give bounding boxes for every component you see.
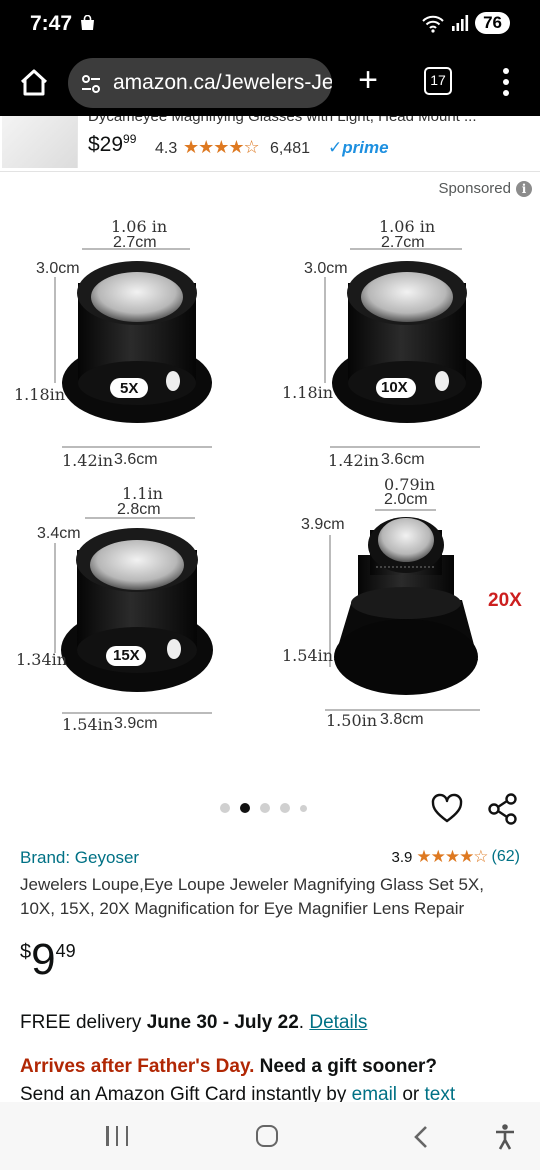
loupe-10x (324, 248, 482, 448)
dimension-label: 2.7cm (381, 234, 425, 251)
loupe-5x (54, 248, 212, 448)
dimension-label: 3.6cm (381, 451, 425, 468)
recent-apps-icon[interactable] (106, 1126, 128, 1146)
dimension-label: 1.34in (16, 650, 68, 669)
price-fraction: 49 (55, 941, 76, 961)
product-image[interactable]: 1.06 in 2.7cm 3.0cm 1.18in 5X 1.42in 3.6… (0, 205, 540, 780)
price-whole: 9 (31, 935, 56, 984)
sticky-product-stars: ★★★★☆ (183, 137, 260, 157)
dimension-label: 3.9cm (301, 516, 345, 533)
system-navigation-bar (0, 1102, 540, 1170)
gift-notice: Arrives after Father's Day. Need a gift … (20, 1056, 437, 1078)
site-settings-icon[interactable] (80, 73, 102, 95)
heart-icon[interactable] (430, 792, 464, 826)
more-menu-icon[interactable] (494, 66, 518, 100)
dimension-label: 3.8cm (380, 711, 424, 728)
dimension-label: 3.6cm (114, 451, 158, 468)
sticky-product-rating: 4.3 (155, 140, 178, 157)
sticky-product-price: $2999 (88, 132, 137, 156)
prime-badge: ✓prime (328, 138, 389, 157)
back-icon[interactable] (410, 1124, 432, 1150)
status-icons: 76 (421, 12, 510, 34)
rating-value: 3.9 (391, 848, 413, 866)
dimension-label: 1.42in (328, 451, 380, 470)
delivery-dates: June 30 - July 22 (146, 1012, 299, 1033)
carousel-dot[interactable] (220, 803, 230, 813)
url-bar[interactable]: amazon.ca/Jewelers-Je (68, 58, 332, 108)
new-tab-button[interactable]: + (352, 63, 384, 99)
carousel-dot[interactable] (280, 803, 290, 813)
rating-stars: ★★★★☆ (416, 847, 488, 866)
carousel-dot[interactable] (300, 804, 307, 812)
status-bar: 7:47 76 (0, 0, 540, 50)
tab-switcher-button[interactable]: 17 (424, 67, 452, 95)
product-thumbnail[interactable] (2, 116, 78, 168)
gift-question: Need a gift sooner? (259, 1056, 438, 1077)
info-icon[interactable]: i (516, 180, 532, 197)
magnification-badge: 10X (381, 379, 408, 396)
sticky-product-title[interactable]: Dycameyee Magnifying Glasses with Light,… (88, 116, 477, 125)
dimension-label: 2.7cm (113, 234, 157, 251)
signal-icon (452, 15, 469, 31)
share-icon[interactable] (486, 792, 520, 826)
wifi-icon (422, 15, 444, 33)
product-price: $ 9 49 (20, 935, 76, 985)
sponsored-label[interactable]: Sponsored i (438, 180, 532, 197)
url-text: amazon.ca/Jewelers-Je (113, 71, 332, 94)
magnification-label-20x: 20X (488, 590, 522, 611)
carousel-dot-active[interactable] (240, 803, 250, 813)
loupe-15x (54, 517, 213, 714)
review-count-link[interactable]: (62) (492, 848, 520, 866)
price-symbol: $ (20, 941, 32, 963)
browser-toolbar: amazon.ca/Jewelers-Je + 17 (0, 50, 540, 116)
dimension-label: 2.0cm (384, 491, 428, 508)
sticky-product-strip[interactable]: Dycameyee Magnifying Glasses with Light,… (0, 116, 540, 172)
dimension-label: 1.54in (282, 646, 334, 665)
dimension-label: 1.42in (62, 451, 114, 470)
dimension-label: 2.8cm (117, 501, 161, 518)
product-rating[interactable]: 3.9 ★★★★☆ (62) (391, 847, 520, 867)
arrival-warning: Arrives after Father's Day. (20, 1056, 255, 1077)
dimension-label: 1.50in (326, 711, 378, 730)
dimension-label: 1.18in (14, 385, 66, 404)
dimension-label: 3.0cm (304, 260, 348, 277)
battery-indicator: 76 (475, 12, 510, 34)
accessibility-icon[interactable] (493, 1123, 517, 1151)
carousel-dot[interactable] (260, 803, 270, 813)
shopping-bag-icon (81, 15, 94, 30)
delivery-info: FREE delivery June 30 - July 22. Details (20, 1012, 368, 1033)
dimension-label: 1.18in (282, 383, 334, 402)
delivery-details-link[interactable]: Details (309, 1012, 367, 1033)
dimension-label: 3.4cm (37, 525, 81, 542)
loupe-set-illustration (54, 248, 482, 714)
home-nav-icon[interactable] (256, 1125, 278, 1147)
loupe-20x (325, 509, 480, 711)
status-time: 7:47 (30, 12, 73, 35)
magnification-badge: 15X (113, 647, 140, 664)
brand-link[interactable]: Brand: Geyoser (20, 848, 139, 868)
home-icon[interactable] (16, 65, 52, 101)
image-carousel-indicator (220, 803, 307, 813)
sticky-product-review-count[interactable]: 6,481 (270, 140, 310, 158)
dimension-label: 3.9cm (114, 715, 158, 732)
dimension-label: 1.54in (62, 715, 114, 734)
dimension-label: 3.0cm (36, 260, 80, 277)
magnification-badge: 5X (120, 380, 139, 397)
product-title: Jewelers Loupe,Eye Loupe Jeweler Magnify… (20, 875, 484, 918)
